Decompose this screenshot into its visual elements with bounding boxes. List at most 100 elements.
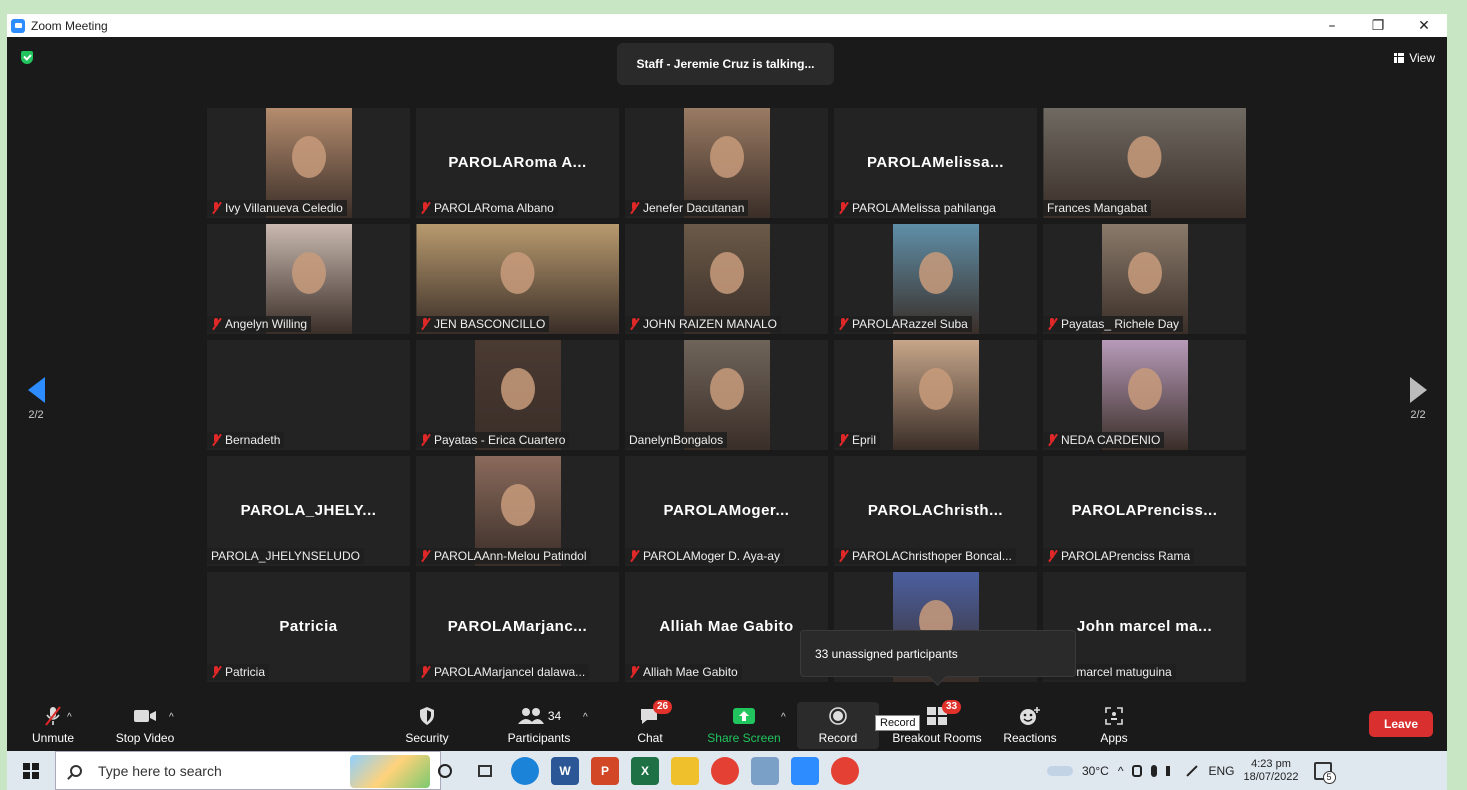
close-button[interactable]: ✕: [1401, 14, 1447, 37]
muted-mic-icon: [420, 666, 431, 678]
show-hidden-icons[interactable]: ^: [1118, 764, 1124, 778]
participant-nameplate: Jenefer Dacutanan: [625, 200, 749, 216]
participant-nameplate: Patricia: [207, 664, 270, 680]
participant-nameplate: PAROLAMelissa pahilanga: [834, 200, 1000, 216]
muted-mic-icon: [629, 550, 640, 562]
cortana-icon[interactable]: [431, 757, 459, 785]
security-button[interactable]: Security: [387, 704, 467, 745]
participant-tile[interactable]: PAROLA_JHELY... PAROLA_JHELYNSELUDO: [207, 456, 410, 566]
zoom-app-icon[interactable]: [791, 757, 819, 785]
task-view-icon[interactable]: [471, 757, 499, 785]
muted-mic-icon: [1047, 318, 1058, 330]
arrow-left-icon: [27, 377, 45, 403]
participant-tile[interactable]: PAROLAMelissa... PAROLAMelissa pahilanga: [834, 108, 1037, 218]
participant-tile[interactable]: Angelyn Willing: [207, 224, 410, 334]
muted-mic-icon: [629, 202, 640, 214]
leave-button[interactable]: Leave: [1369, 711, 1433, 737]
next-page-button[interactable]: 2/2: [1403, 377, 1433, 421]
participant-display-name: Patricia: [279, 618, 338, 635]
participant-tile[interactable]: Payatas_ Richele Day: [1043, 224, 1246, 334]
edge-browser-icon[interactable]: [511, 757, 539, 785]
participant-tile[interactable]: JEN BASCONCILLO: [416, 224, 619, 334]
network-icon[interactable]: [1132, 764, 1143, 777]
chrome-profile-icon[interactable]: [831, 757, 859, 785]
participant-tile[interactable]: Alliah Mae Gabito Alliah Mae Gabito: [625, 572, 828, 682]
temperature-label[interactable]: 30°C: [1082, 764, 1109, 778]
view-button[interactable]: View: [1394, 51, 1435, 65]
participant-tile[interactable]: Bernadeth: [207, 340, 410, 450]
minimize-button[interactable]: –: [1309, 14, 1355, 37]
participant-nameplate: PAROLA_JHELYNSELUDO: [207, 548, 364, 564]
participant-tile[interactable]: Jenefer Dacutanan: [625, 108, 828, 218]
participant-tile[interactable]: Frances Mangabat: [1043, 108, 1246, 218]
participant-nameplate: PAROLARoma Albano: [416, 200, 558, 216]
participants-button[interactable]: 34 ^ Participants: [499, 704, 588, 745]
muted-mic-icon: [838, 550, 849, 562]
chat-unread-badge: 26: [653, 700, 673, 714]
powerpoint-icon[interactable]: P: [591, 757, 619, 785]
participant-name: JOHN RAIZEN MANALO: [643, 317, 778, 331]
share-screen-button[interactable]: ^ Share Screen: [703, 704, 786, 745]
excel-icon[interactable]: X: [631, 757, 659, 785]
chrome-icon[interactable]: [711, 757, 739, 785]
muted-mic-icon: [1047, 434, 1058, 446]
participant-tile[interactable]: NEDA CARDENIO: [1043, 340, 1246, 450]
reactions-button[interactable]: Reactions: [990, 704, 1070, 745]
unmute-label: Unmute: [31, 731, 75, 745]
clock-time: 4:23 pm: [1251, 757, 1291, 770]
pen-icon[interactable]: [1186, 764, 1199, 777]
unassigned-participants-popup[interactable]: 33 unassigned participants: [800, 630, 1076, 677]
participant-tile[interactable]: Payatas - Erica Cuartero: [416, 340, 619, 450]
language-indicator[interactable]: ENG: [1208, 764, 1234, 778]
clock[interactable]: 4:23 pm 18/07/2022: [1243, 758, 1298, 784]
word-icon[interactable]: W: [551, 757, 579, 785]
chat-button[interactable]: 26 Chat: [610, 700, 690, 745]
participant-tile[interactable]: Epril: [834, 340, 1037, 450]
restore-button[interactable]: ❐: [1355, 14, 1401, 37]
video-options-caret[interactable]: ^: [169, 712, 174, 723]
participant-nameplate: Bernadeth: [207, 432, 285, 448]
participant-face: [918, 368, 953, 410]
participant-name: Payatas_ Richele Day: [1061, 317, 1180, 331]
record-button[interactable]: Record: [798, 704, 878, 745]
volume-icon[interactable]: [1166, 765, 1176, 776]
participant-name: Epril: [852, 433, 877, 447]
unmute-button[interactable]: ^ Unmute: [13, 704, 93, 745]
participant-tile[interactable]: PAROLAAnn-Melou Patindol: [416, 456, 619, 566]
microphone-icon[interactable]: [1151, 764, 1158, 777]
participant-tile[interactable]: Ivy Villanueva Celedio: [207, 108, 410, 218]
audio-options-caret[interactable]: ^: [67, 712, 72, 723]
participant-nameplate: NEDA CARDENIO: [1043, 432, 1165, 448]
participant-tile[interactable]: PAROLARazzel Suba: [834, 224, 1037, 334]
participant-face: [709, 252, 744, 294]
muted-mic-icon: [211, 434, 222, 446]
participant-tile[interactable]: PAROLAChristh... PAROLAChristhoper Boncal…: [834, 456, 1037, 566]
share-options-caret[interactable]: ^: [781, 712, 786, 723]
participant-tile[interactable]: PAROLARoma A... PAROLARoma Albano: [416, 108, 619, 218]
participant-face: [709, 136, 744, 178]
participant-tile[interactable]: Patricia Patricia: [207, 572, 410, 682]
apps-button[interactable]: Apps: [1074, 704, 1154, 745]
participant-tile[interactable]: PAROLAMarjanc... PAROLAMarjancel dalawa..…: [416, 572, 619, 682]
participant-display-name: PAROLAMarjanc...: [447, 618, 588, 635]
participant-tile[interactable]: JOHN RAIZEN MANALO: [625, 224, 828, 334]
paint-icon[interactable]: [751, 757, 779, 785]
participant-tile[interactable]: PAROLAPrenciss... PAROLAPrenciss Rama: [1043, 456, 1246, 566]
share-screen-label: Share Screen: [707, 731, 781, 745]
muted-mic-icon: [211, 666, 222, 678]
file-explorer-icon[interactable]: [671, 757, 699, 785]
participant-tile[interactable]: PAROLAMoger... PAROLAMoger D. Aya-ay: [625, 456, 828, 566]
participant-name: PAROLAAnn-Melou Patindol: [434, 549, 587, 563]
participant-name: PAROLAPrenciss Rama: [1061, 549, 1191, 563]
participants-icon: 34: [517, 704, 561, 728]
notification-center-icon[interactable]: 5: [1313, 761, 1336, 784]
windows-start-icon[interactable]: [23, 762, 39, 779]
taskbar-search-box[interactable]: Type here to search: [55, 751, 441, 790]
participant-tile[interactable]: DanelynBongalos: [625, 340, 828, 450]
encryption-shield-icon[interactable]: [21, 51, 33, 64]
stop-video-button[interactable]: ^ Stop Video: [105, 704, 185, 745]
participant-name: Patricia: [225, 665, 266, 679]
participant-face: [500, 368, 535, 410]
participants-options-caret[interactable]: ^: [583, 712, 588, 723]
previous-page-button[interactable]: 2/2: [21, 377, 51, 421]
